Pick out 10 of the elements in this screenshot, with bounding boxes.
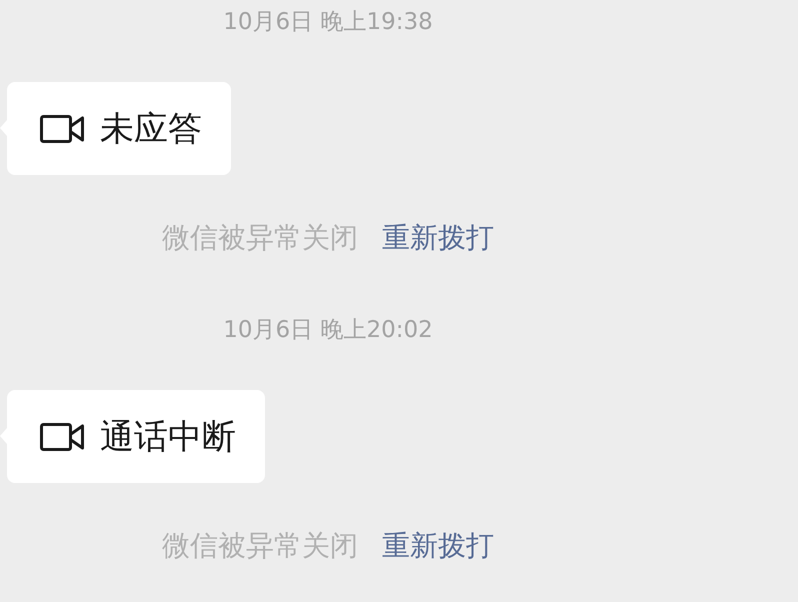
video-camera-icon bbox=[40, 422, 84, 450]
redial-link[interactable]: 重新拨打 bbox=[382, 220, 494, 256]
timestamp: 10月6日 晚上20:02 bbox=[223, 316, 433, 345]
video-camera-icon bbox=[40, 114, 84, 142]
redial-link[interactable]: 重新拨打 bbox=[382, 528, 494, 564]
call-status-text: 通话中断 bbox=[100, 416, 236, 456]
system-notice: 微信被异常关闭 bbox=[162, 528, 358, 564]
call-status-text: 未应答 bbox=[100, 108, 202, 148]
timestamp: 10月6日 晚上19:38 bbox=[223, 8, 433, 37]
system-notice: 微信被异常关闭 bbox=[162, 220, 358, 256]
